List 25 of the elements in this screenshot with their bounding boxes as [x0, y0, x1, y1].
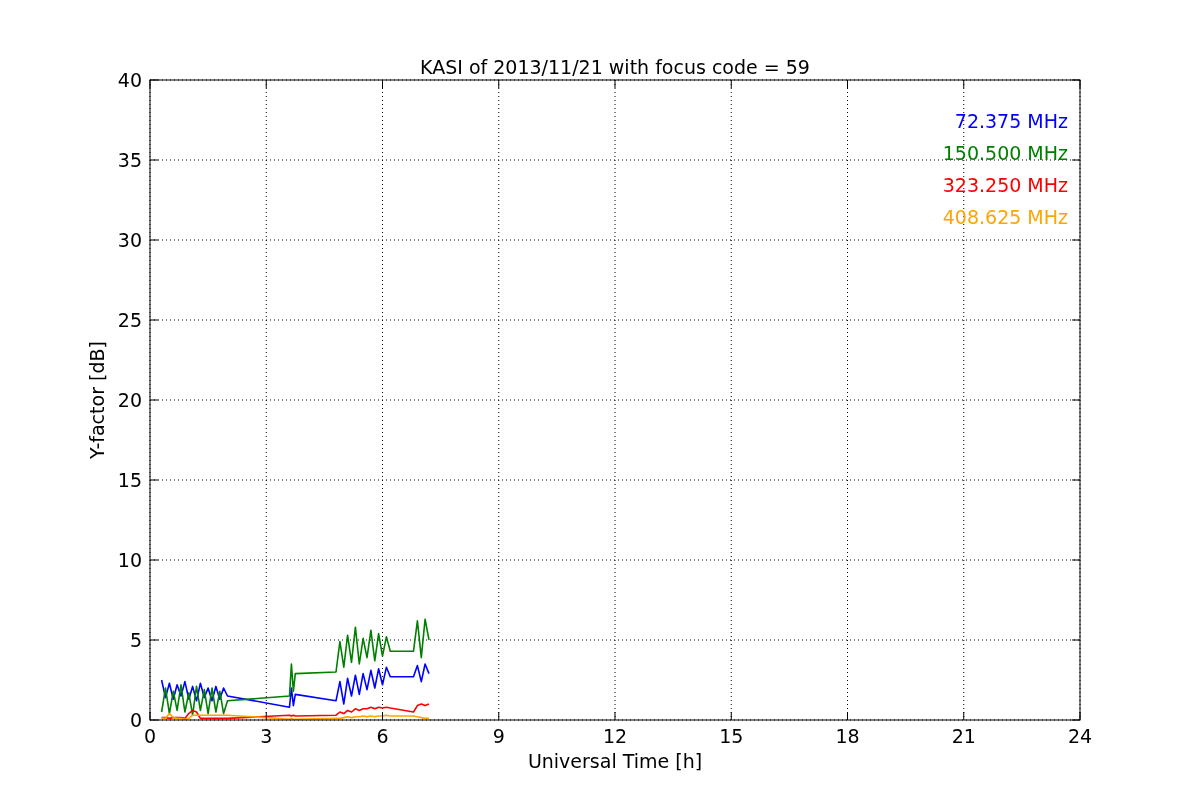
chart-title: KASI of 2013/11/21 with focus code = 59: [420, 56, 810, 78]
legend-label: 408.625 MHz: [942, 206, 1068, 228]
y-tick-label: 35: [117, 149, 142, 171]
y-tick-label: 5: [129, 629, 142, 651]
y-tick-label: 20: [117, 389, 142, 411]
y-tick-label: 25: [117, 309, 142, 331]
x-tick-label: 21: [951, 725, 976, 747]
y-tick-label: 0: [129, 709, 142, 731]
y-tick-label: 30: [117, 229, 142, 251]
legend-label: 72.375 MHz: [954, 110, 1068, 132]
y-tick-label: 10: [117, 549, 142, 571]
x-tick-label: 3: [260, 725, 273, 747]
legend-label: 150.500 MHz: [942, 142, 1068, 164]
legend-label: 323.250 MHz: [942, 174, 1068, 196]
x-tick-label: 0: [143, 725, 157, 747]
x-axis-label: Universal Time [h]: [527, 750, 703, 772]
x-tick-label: 9: [492, 725, 505, 747]
y-tick-label: 15: [117, 469, 142, 491]
x-tick-label: 15: [719, 725, 744, 747]
y-tick-label: 40: [117, 69, 142, 91]
x-tick-label: 12: [602, 725, 628, 747]
x-tick-label: 18: [835, 725, 860, 747]
x-tick-label: 6: [376, 725, 389, 747]
x-tick-label: 24: [1067, 725, 1093, 747]
y-axis-label: Y-factor [dB]: [86, 341, 108, 459]
